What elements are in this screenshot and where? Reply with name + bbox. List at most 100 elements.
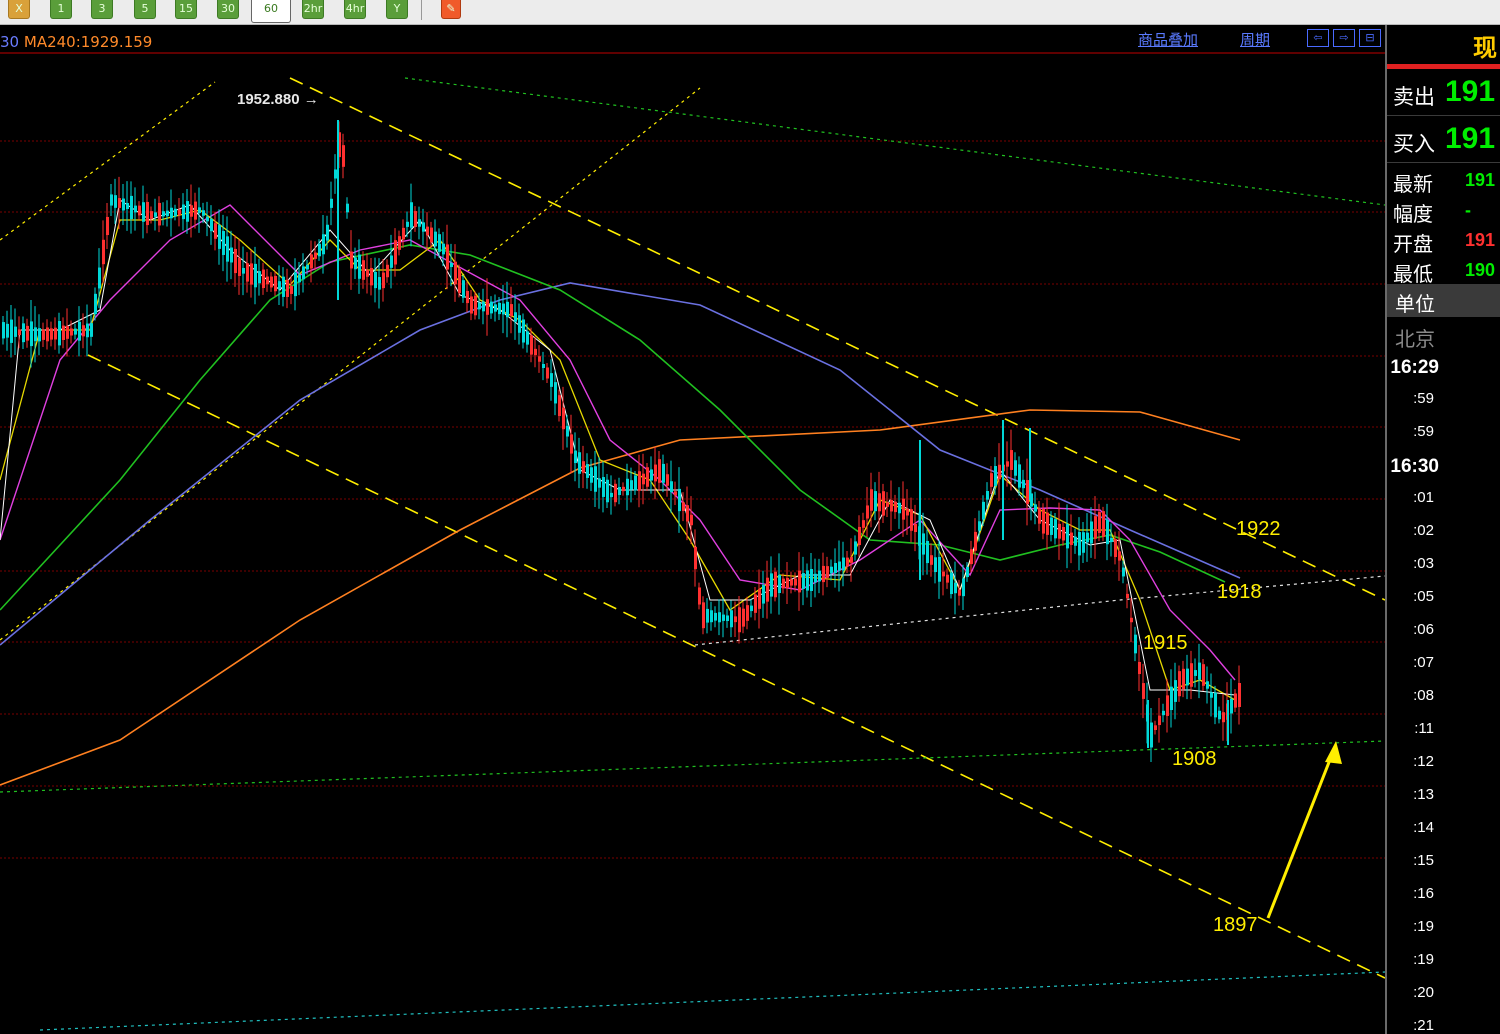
sell-label: 卖出 (1393, 85, 1435, 109)
bearish-candle (1214, 692, 1217, 718)
bullish-candle (1118, 551, 1121, 561)
panel-toggle-icon[interactable]: ⊟ (1359, 29, 1381, 47)
bearish-candle (1082, 532, 1085, 553)
bullish-candle (362, 260, 365, 280)
bearish-candle (898, 502, 901, 514)
bullish-candle (1154, 725, 1157, 731)
bearish-candle (978, 521, 981, 531)
bearish-candle (578, 452, 581, 474)
bearish-candle (218, 225, 221, 249)
bullish-candle (118, 198, 121, 208)
stat-label: 开盘 (1393, 232, 1433, 256)
bearish-candle (1066, 524, 1069, 549)
bearish-candle (306, 264, 309, 270)
bullish-candle (414, 211, 417, 227)
period-link[interactable]: 周期 (1240, 29, 1270, 50)
period-2hr-button[interactable]: 2hr (302, 0, 324, 19)
bullish-candle (350, 251, 353, 269)
period-3-button[interactable]: 3 (91, 0, 113, 19)
period-4hr-button[interactable]: 4hr (344, 0, 366, 19)
bullish-candle (794, 578, 797, 586)
bullish-candle (314, 252, 317, 259)
bearish-candle (874, 491, 877, 512)
bullish-candle (1114, 539, 1117, 557)
bullish-candle (774, 571, 777, 598)
bullish-candle (342, 145, 345, 167)
bearish-candle (926, 540, 929, 564)
bullish-candle (394, 240, 397, 265)
bullish-candle (970, 549, 973, 565)
scroll-left-icon[interactable]: ⇦ (1307, 29, 1329, 47)
bullish-candle (682, 502, 685, 511)
bullish-candle (474, 295, 477, 316)
period-5-button[interactable]: 5 (134, 0, 156, 19)
bullish-candle (106, 216, 109, 236)
bullish-candle (1138, 661, 1141, 675)
period-30-button[interactable]: 30 (217, 0, 239, 19)
unit-row: 单位 (1387, 284, 1500, 317)
chart-canvas[interactable] (0, 25, 1385, 1034)
bearish-candle (770, 573, 773, 597)
period-y-button[interactable]: Y (386, 0, 408, 19)
bearish-candle (954, 582, 957, 594)
bearish-candle (2, 322, 5, 339)
bearish-candle (34, 327, 37, 342)
tick-time: :12 (1413, 753, 1434, 770)
bearish-candle (354, 257, 357, 270)
period-15-button[interactable]: 15 (175, 0, 197, 19)
bullish-candle (1010, 450, 1013, 470)
overlay-commodity-link[interactable]: 商品叠加 (1138, 29, 1198, 50)
bearish-candle (550, 373, 553, 387)
bullish-candle (1238, 682, 1241, 708)
bullish-candle (882, 491, 885, 516)
bearish-candle (498, 302, 501, 315)
bullish-candle (754, 594, 757, 613)
tick-time: :59 (1413, 423, 1434, 440)
candlestick-chart[interactable] (0, 25, 1385, 1034)
period-60-button[interactable]: 60 (251, 0, 291, 23)
scroll-right-icon[interactable]: ⇨ (1333, 29, 1355, 47)
bullish-candle (702, 602, 705, 629)
stat-value: 191 (1465, 170, 1496, 190)
bearish-candle (450, 262, 453, 268)
bearish-candle (418, 219, 421, 227)
period-x-button[interactable]: X (8, 0, 30, 19)
bullish-candle (458, 268, 461, 294)
bullish-candle (266, 276, 269, 285)
bullish-candle (1062, 527, 1065, 541)
bearish-candle (490, 301, 493, 314)
bearish-candle (198, 207, 201, 214)
bearish-candle (986, 490, 989, 500)
city-label: 北京 (1395, 327, 1435, 351)
bearish-candle (962, 578, 965, 597)
bearish-candle (358, 254, 361, 279)
target-arrow-head (1325, 741, 1342, 764)
bullish-candle (250, 263, 253, 285)
bullish-candle (1130, 617, 1133, 623)
tick-time: 16:30 (1390, 456, 1439, 477)
bearish-candle (282, 276, 285, 297)
bearish-candle (842, 557, 845, 571)
bearish-candle (678, 488, 681, 512)
pencil-draw-icon[interactable]: ✎ (441, 0, 461, 19)
tick-time: :13 (1413, 786, 1434, 803)
bearish-candle (618, 486, 621, 496)
bullish-candle (558, 395, 561, 417)
bullish-candle (402, 227, 405, 240)
bearish-candle (966, 566, 969, 578)
stat-label: 最低 (1393, 262, 1433, 286)
tick-time: :11 (1414, 720, 1434, 737)
bearish-candle (502, 303, 505, 315)
bearish-candle (1106, 519, 1109, 545)
period-1-button[interactable]: 1 (50, 0, 72, 19)
bullish-candle (398, 236, 401, 250)
bullish-candle (690, 514, 693, 526)
bullish-candle (674, 491, 677, 496)
bearish-candle (14, 326, 17, 337)
level-1915-label: 1915 (1143, 632, 1188, 654)
bearish-candle (554, 382, 557, 404)
level-1897-label: 1897 (1213, 914, 1258, 936)
bullish-candle (686, 505, 689, 522)
bearish-candle (278, 281, 281, 290)
bullish-candle (1166, 695, 1169, 716)
